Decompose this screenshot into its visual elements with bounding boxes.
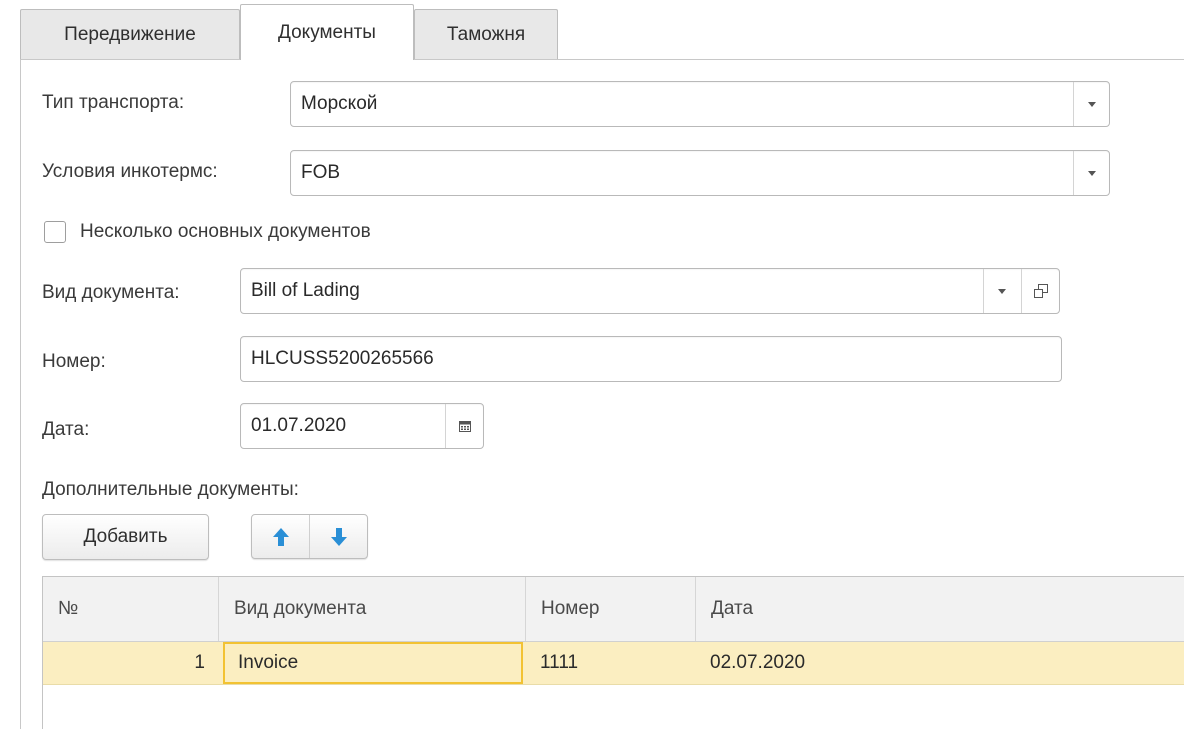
move-buttons-group: [251, 514, 368, 559]
cell-doc-type[interactable]: Invoice: [223, 642, 523, 684]
number-value: HLCUSS5200265566: [251, 348, 434, 369]
chevron-down-icon[interactable]: [983, 269, 1020, 313]
tab-label: Таможня: [446, 23, 526, 45]
column-header-doc-number[interactable]: Номер: [525, 577, 695, 641]
calendar-glyph: [459, 421, 471, 432]
open-form-icon[interactable]: [1021, 269, 1060, 313]
cell-row-number: 1: [194, 652, 205, 673]
transport-type-select[interactable]: Морской: [290, 81, 1110, 127]
panel-left-border: [20, 59, 21, 729]
date-value: 01.07.2020: [251, 415, 347, 436]
open-form-glyph: [1034, 284, 1048, 298]
arrow-down-icon[interactable]: [309, 515, 367, 558]
tab-label: Документы: [278, 21, 376, 43]
arrow-up-glyph: [272, 527, 289, 546]
doc-type-value: Bill of Lading: [251, 280, 360, 301]
add-button-label: Добавить: [83, 526, 168, 547]
column-header-date[interactable]: Дата: [695, 577, 1184, 641]
column-header-doc-type[interactable]: Вид документа: [218, 577, 525, 641]
chevron-down-icon[interactable]: [1073, 82, 1110, 126]
multiple-docs-label: Несколько основных документов: [80, 221, 371, 242]
calendar-icon[interactable]: [445, 404, 484, 448]
table-header: № Вид документа Номер Дата: [43, 577, 1184, 642]
number-input[interactable]: HLCUSS5200265566: [240, 336, 1062, 382]
tab-movement[interactable]: Передвижение: [20, 9, 240, 59]
tab-customs[interactable]: Таможня: [414, 9, 558, 59]
doc-type-label: Вид документа:: [42, 282, 180, 303]
add-button[interactable]: Добавить: [42, 514, 209, 560]
arrow-up-icon[interactable]: [252, 515, 309, 558]
transport-type-value: Морской: [301, 93, 378, 114]
arrow-down-glyph: [330, 527, 347, 546]
incoterms-select[interactable]: FOB: [290, 150, 1110, 196]
additional-docs-table[interactable]: № Вид документа Номер Дата 1 Invoice 111…: [42, 576, 1184, 729]
multiple-docs-checkbox[interactable]: [44, 221, 66, 243]
tab-label: Передвижение: [64, 23, 196, 45]
incoterms-value: FOB: [301, 162, 341, 183]
table-row[interactable]: 1 Invoice 1111 02.07.2020: [43, 642, 1184, 685]
doc-type-select[interactable]: Bill of Lading: [240, 268, 1060, 314]
tab-documents[interactable]: Документы: [240, 4, 414, 60]
date-input[interactable]: 01.07.2020: [240, 403, 484, 449]
cell-doc-number[interactable]: 1111: [540, 642, 690, 684]
cell-date[interactable]: 02.07.2020: [710, 642, 1010, 684]
tab-strip-border: [20, 59, 1184, 60]
additional-docs-label: Дополнительные документы:: [42, 479, 299, 500]
number-label: Номер:: [42, 351, 106, 372]
column-header-number[interactable]: №: [43, 577, 218, 641]
chevron-down-icon[interactable]: [1073, 151, 1110, 195]
date-label: Дата:: [42, 419, 90, 440]
transport-type-label: Тип транспорта:: [42, 92, 185, 113]
incoterms-label: Условия инкотермс:: [42, 161, 218, 182]
